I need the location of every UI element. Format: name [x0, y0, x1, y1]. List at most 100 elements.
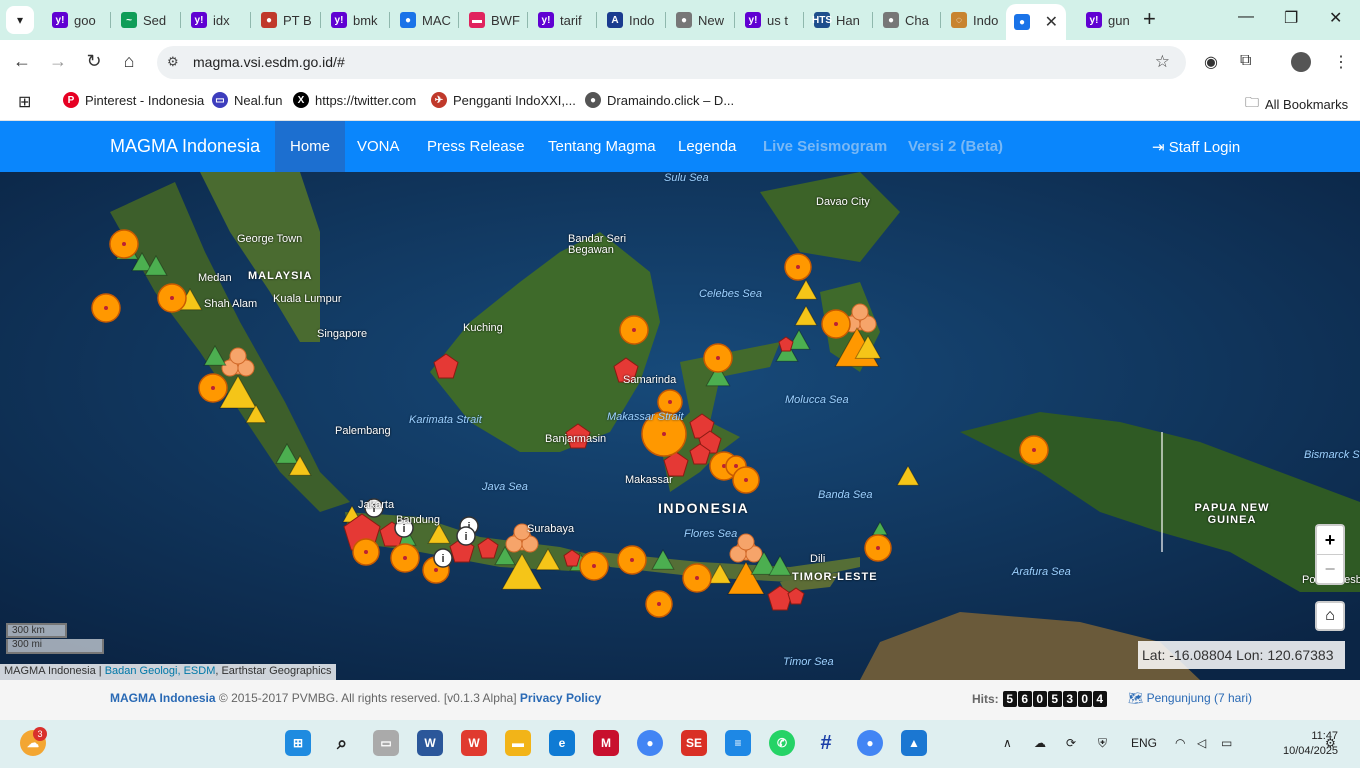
- volcano-status-marker[interactable]: [871, 520, 889, 536]
- visitors-link[interactable]: 🗺 Pengunjung (7 hari): [1128, 691, 1252, 705]
- close-window-icon[interactable]: ✕: [1329, 8, 1342, 28]
- notifications-icon[interactable]: ⚙: [1325, 736, 1336, 750]
- extensions-icon[interactable]: ⧉: [1240, 52, 1251, 70]
- zoom-in-button[interactable]: +: [1317, 526, 1343, 554]
- profile-avatar[interactable]: [1291, 52, 1311, 72]
- apps-grid-icon[interactable]: ⊞: [18, 92, 31, 112]
- search-icon[interactable]: ⌕: [329, 730, 355, 756]
- nav-vona[interactable]: VONA: [342, 121, 415, 172]
- onedrive-icon[interactable]: ☁: [1034, 736, 1046, 750]
- volcano-map[interactable]: iiiii Sulu SeaDavao CityGeorge TownMALAY…: [0, 172, 1360, 680]
- volume-icon[interactable]: ◁: [1197, 736, 1206, 750]
- tab-search-button[interactable]: ▾: [6, 6, 34, 34]
- tab[interactable]: y! tarif: [530, 6, 592, 34]
- volcano-status-marker[interactable]: [203, 344, 227, 366]
- bookmark-item[interactable]: ▭ Neal.fun: [212, 92, 282, 108]
- mega-icon[interactable]: M: [593, 730, 619, 756]
- chrome-icon[interactable]: ●: [637, 730, 663, 756]
- zoom-out-button[interactable]: −: [1317, 554, 1343, 582]
- volcano-status-marker[interactable]: [794, 278, 818, 300]
- tab[interactable]: y! idx: [183, 6, 245, 34]
- tab[interactable]: ● New: [668, 6, 730, 34]
- wps-icon[interactable]: W: [461, 730, 487, 756]
- site-info-icon[interactable]: ⚙: [167, 54, 179, 70]
- attribution-link[interactable]: Badan Geologi, ESDM: [105, 665, 216, 677]
- nav-press-release[interactable]: Press Release: [412, 121, 540, 172]
- wifi-icon[interactable]: ◠: [1175, 736, 1185, 750]
- reload-icon[interactable]: ↻: [83, 51, 105, 72]
- sync-icon[interactable]: ⟳: [1066, 736, 1076, 750]
- tab-close-icon[interactable]: ✕: [1045, 12, 1058, 32]
- whatsapp-icon[interactable]: ✆: [769, 730, 795, 756]
- nav-versi-2[interactable]: Versi 2 (Beta): [893, 121, 1018, 172]
- volcano-status-marker[interactable]: [794, 304, 818, 326]
- extension-lamp-icon[interactable]: ◉: [1204, 52, 1218, 72]
- tab[interactable]: y! goo: [44, 6, 106, 34]
- task-view-icon[interactable]: ▭: [373, 730, 399, 756]
- footer-brand[interactable]: MAGMA Indonesia: [110, 691, 216, 705]
- tab[interactable]: A Indo: [599, 6, 661, 34]
- privacy-policy-link[interactable]: Privacy Policy: [520, 691, 601, 705]
- tab[interactable]: ▬ BWF: [461, 6, 523, 34]
- hash-app-icon[interactable]: #: [813, 730, 839, 756]
- bookmark-item[interactable]: ✈ Pengganti IndoXXI,...: [431, 92, 576, 108]
- nav-legenda[interactable]: Legenda: [663, 121, 751, 172]
- browser-menu-icon[interactable]: ⋮: [1333, 52, 1349, 72]
- tab[interactable]: ● PT B: [253, 6, 315, 34]
- tab-active[interactable]: ● ✕: [1006, 4, 1066, 40]
- restore-icon[interactable]: ❐: [1284, 8, 1298, 28]
- map-home-button[interactable]: ⌂: [1315, 601, 1345, 631]
- volcano-status-marker[interactable]: [275, 442, 299, 464]
- nav-tentang-magma[interactable]: Tentang Magma: [533, 121, 671, 172]
- tab[interactable]: ◌ Indo: [943, 6, 1005, 34]
- url-input[interactable]: ⚙ magma.vsi.esdm.go.id/# ☆: [157, 46, 1186, 79]
- tab[interactable]: y! bmk: [323, 6, 385, 34]
- ground-movement-marker[interactable]: [767, 585, 793, 611]
- chrome-active-icon[interactable]: ●: [857, 730, 883, 756]
- ground-movement-marker[interactable]: [778, 336, 794, 352]
- new-tab-button[interactable]: +: [1143, 8, 1156, 30]
- tab[interactable]: HTS Han: [806, 6, 868, 34]
- ground-movement-marker[interactable]: [787, 587, 805, 605]
- defender-icon[interactable]: ⛨: [1098, 736, 1107, 751]
- battery-icon[interactable]: ▭: [1221, 736, 1232, 750]
- all-bookmarks-button[interactable]: 🗀 All Bookmarks: [1245, 92, 1348, 116]
- nav-home[interactable]: Home: [275, 121, 346, 172]
- notepad-icon[interactable]: ≡: [725, 730, 751, 756]
- staff-login-link[interactable]: ⇥ Staff Login: [1152, 138, 1240, 156]
- bookmark-item[interactable]: Xhttps://twitter.com: [293, 92, 416, 108]
- ground-movement-marker[interactable]: [563, 549, 581, 567]
- start-icon[interactable]: ⊞: [285, 730, 311, 756]
- forward-icon[interactable]: →: [47, 51, 69, 72]
- volcano-status-marker[interactable]: [535, 547, 561, 571]
- tab[interactable]: ● MAC: [392, 6, 454, 34]
- edge-icon[interactable]: e: [549, 730, 575, 756]
- volcano-status-marker[interactable]: [427, 522, 451, 544]
- volcano-status-marker[interactable]: [651, 548, 675, 570]
- bookmark-item[interactable]: ● Dramaindo.click – D...: [585, 92, 734, 108]
- word-icon[interactable]: W: [417, 730, 443, 756]
- tab[interactable]: ~ Sed: [113, 6, 175, 34]
- volcano-status-marker[interactable]: [896, 464, 920, 486]
- tab-separator: [872, 12, 873, 28]
- photos-icon[interactable]: ▲: [901, 730, 927, 756]
- volcano-status-marker[interactable]: [708, 562, 732, 584]
- ground-movement-marker[interactable]: [433, 353, 459, 379]
- home-icon[interactable]: ⌂: [118, 51, 140, 72]
- language-indicator[interactable]: ENG: [1131, 736, 1157, 750]
- nav-live-seismogram[interactable]: Live Seismogram: [748, 121, 902, 172]
- ground-movement-marker[interactable]: [477, 537, 499, 559]
- minimize-icon[interactable]: —: [1238, 8, 1254, 26]
- tab[interactable]: y! gun: [1078, 6, 1140, 34]
- se-app-icon[interactable]: SE: [681, 730, 707, 756]
- tab[interactable]: y! us t: [737, 6, 799, 34]
- brand-link[interactable]: MAGMA Indonesia: [110, 136, 260, 157]
- bookmark-item[interactable]: P Pinterest - Indonesia: [63, 92, 204, 108]
- bookmark-star-icon[interactable]: ☆: [1155, 52, 1170, 72]
- tray-overflow-icon[interactable]: ∧: [1003, 736, 1012, 750]
- tab-favicon-icon: y!: [538, 12, 554, 28]
- back-icon[interactable]: ←: [11, 51, 33, 72]
- file-explorer-icon[interactable]: ▬: [505, 730, 531, 756]
- volcano-status-marker[interactable]: [768, 554, 792, 576]
- tab[interactable]: ● Cha: [875, 6, 937, 34]
